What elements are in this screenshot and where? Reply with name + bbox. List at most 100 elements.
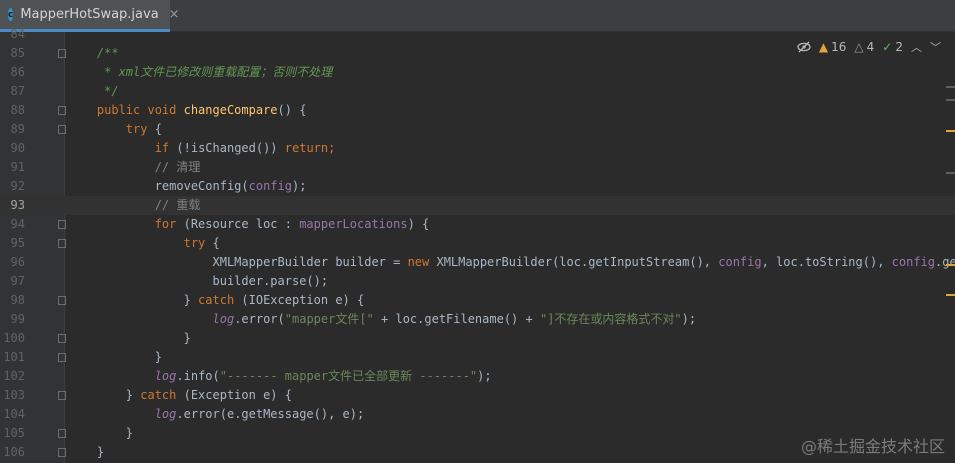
- next-highlight-icon[interactable]: ﹀: [930, 39, 941, 55]
- code-line[interactable]: 95 try {: [0, 234, 955, 253]
- code-line[interactable]: 96 XMLMapperBuilder builder = new XMLMap…: [0, 253, 955, 272]
- code-token: log: [154, 407, 177, 421]
- line-number: 89: [10, 122, 25, 136]
- fold-marker-icon[interactable]: [58, 334, 66, 343]
- typos-counter[interactable]: ✓ 2: [882, 40, 903, 54]
- code-line[interactable]: 100 }: [0, 329, 955, 348]
- code-line[interactable]: 89 try {: [0, 120, 955, 139]
- code-token: .error(e.getMessage(), e);: [176, 407, 365, 421]
- code-line[interactable]: 97 builder.parse();: [0, 272, 955, 291]
- code-text[interactable]: }: [68, 329, 191, 348]
- line-number: 86: [10, 65, 25, 79]
- error-stripe-marker[interactable]: [946, 172, 955, 174]
- fold-marker-icon[interactable]: [58, 49, 66, 58]
- code-text[interactable]: for (Resource loc : mapperLocations) {: [68, 215, 430, 234]
- fold-marker-icon[interactable]: [58, 296, 66, 305]
- reader-mode-toggle[interactable]: [797, 41, 811, 53]
- code-token: }: [125, 388, 141, 402]
- code-text[interactable]: XMLMapperBuilder builder = new XMLMapper…: [68, 253, 955, 272]
- code-text[interactable]: log.error(e.getMessage(), e);: [68, 405, 365, 424]
- warning-triangle-icon: ▲: [818, 40, 829, 54]
- line-number: 95: [10, 236, 25, 250]
- error-stripe-marker[interactable]: [946, 86, 955, 88]
- code-token: XMLMapperBuilder(loc.getInputStream(),: [436, 255, 719, 269]
- code-text[interactable]: try {: [68, 120, 162, 139]
- fold-marker-icon[interactable]: [58, 391, 66, 400]
- warnings-count: 16: [831, 40, 847, 54]
- code-line[interactable]: 90 if (!isChanged()) return;: [0, 139, 955, 158]
- inspection-widget[interactable]: ▲ 16 △ 4 ✓ 2 ︿ ﹀: [797, 37, 941, 57]
- line-number: 90: [10, 141, 25, 155]
- code-token: }: [183, 293, 199, 307]
- code-text[interactable]: public void changeCompare() {: [68, 101, 307, 120]
- fold-marker-icon[interactable]: [58, 429, 66, 438]
- code-line[interactable]: 92 removeConfig(config);: [0, 177, 955, 196]
- fold-marker-icon[interactable]: [58, 448, 66, 457]
- code-text[interactable]: builder.parse();: [68, 272, 329, 291]
- line-number: 97: [10, 274, 25, 288]
- code-line[interactable]: 101 }: [0, 348, 955, 367]
- code-text[interactable]: } catch (Exception e) {: [68, 386, 292, 405]
- fold-marker-icon[interactable]: [58, 106, 66, 115]
- fold-marker-icon[interactable]: [58, 125, 66, 134]
- code-text[interactable]: /**: [68, 44, 119, 63]
- code-text[interactable]: if (!isChanged()) return;: [68, 139, 336, 158]
- code-line[interactable]: 104 log.error(e.getMessage(), e);: [0, 405, 955, 424]
- code-line[interactable]: 87 */: [0, 82, 955, 101]
- code-token: {: [212, 236, 220, 250]
- code-line[interactable]: 103 } catch (Exception e) {: [0, 386, 955, 405]
- previous-highlight-icon[interactable]: ︿: [911, 39, 922, 55]
- error-stripe-marker[interactable]: [946, 294, 955, 296]
- code-text[interactable]: * xml文件已修改则重载配置；否则不处理: [68, 63, 332, 82]
- code-line[interactable]: 86 * xml文件已修改则重载配置；否则不处理: [0, 63, 955, 82]
- code-text[interactable]: }: [68, 348, 162, 367]
- fold-marker-icon[interactable]: [58, 220, 66, 229]
- line-number: 101: [3, 350, 25, 364]
- code-token: log: [212, 312, 235, 326]
- code-token: (Resource loc :: [183, 217, 300, 231]
- fold-marker-icon[interactable]: [58, 353, 66, 362]
- code-text[interactable]: // 重载: [68, 196, 201, 215]
- watermark: @稀土掘金技术社区: [800, 437, 945, 456]
- code-text[interactable]: }: [68, 424, 133, 443]
- line-number: 85: [10, 46, 25, 60]
- code-line[interactable]: 93 // 重载: [0, 196, 955, 215]
- code-text[interactable]: log.info("------- mapper文件已全部更新 -------"…: [68, 367, 492, 386]
- code-text[interactable]: */: [68, 82, 119, 101]
- error-stripe-marker[interactable]: [946, 130, 955, 132]
- weak-warnings-count: 4: [866, 40, 875, 54]
- error-stripe-marker[interactable]: [946, 264, 955, 266]
- code-editor[interactable]: 84 85 /** 86 * xml文件已修改则重载配置；否则不处理 87 */88…: [0, 27, 955, 463]
- line-number: 105: [3, 426, 25, 440]
- code-text[interactable]: removeConfig(config);: [68, 177, 307, 196]
- error-stripe-marker[interactable]: [946, 99, 955, 101]
- code-token: log: [154, 369, 177, 383]
- code-token: ) {: [407, 217, 430, 231]
- close-icon[interactable]: ×: [169, 7, 180, 22]
- warnings-counter[interactable]: ▲ 16: [819, 40, 847, 54]
- code-line[interactable]: 88 public void changeCompare() {: [0, 101, 955, 120]
- code-text[interactable]: }: [68, 443, 104, 462]
- code-text[interactable]: } catch (IOException e) {: [68, 291, 365, 310]
- code-text[interactable]: // 清理: [68, 158, 201, 177]
- line-number: 88: [10, 103, 25, 117]
- code-token: );: [291, 179, 307, 193]
- code-line[interactable]: 102 log.info("------- mapper文件已全部更新 ----…: [0, 367, 955, 386]
- code-token: "]不存在或内容格式不对": [539, 312, 682, 326]
- code-line[interactable]: 98 } catch (IOException e) {: [0, 291, 955, 310]
- code-line[interactable]: 94 for (Resource loc : mapperLocations) …: [0, 215, 955, 234]
- code-line[interactable]: 99 log.error("mapper文件[" + loc.getFilena…: [0, 310, 955, 329]
- code-line[interactable]: 91 // 清理: [0, 158, 955, 177]
- code-text[interactable]: log.error("mapper文件[" + loc.getFilename(…: [68, 310, 697, 329]
- code-token: );: [477, 369, 492, 383]
- fold-marker-icon[interactable]: [58, 239, 66, 248]
- code-token: */: [104, 84, 119, 98]
- line-number: 102: [3, 369, 25, 383]
- code-text[interactable]: try {: [68, 234, 220, 253]
- weak-warnings-counter[interactable]: △ 4: [854, 40, 874, 54]
